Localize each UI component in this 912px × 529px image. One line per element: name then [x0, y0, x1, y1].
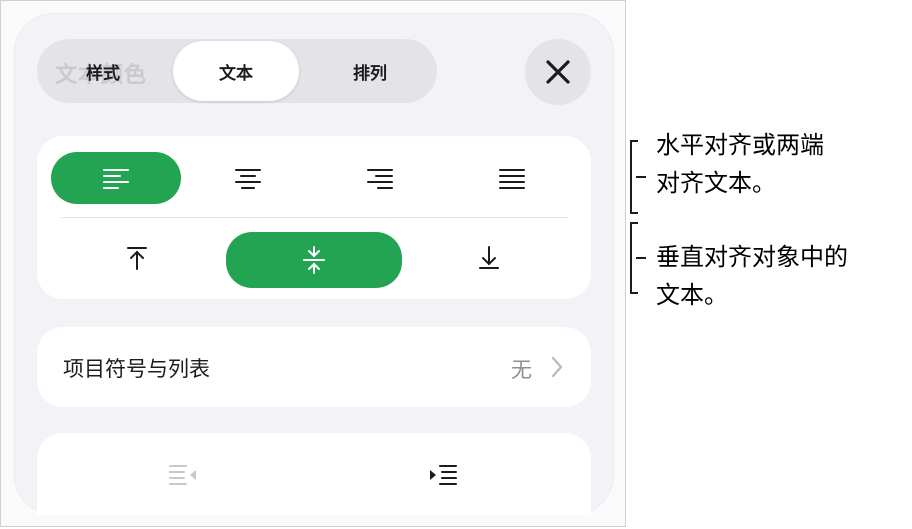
horizontal-alignment-callout: 水平对齐或两端 对齐文本。: [656, 126, 824, 202]
tab-text-label: 文本: [219, 63, 253, 84]
bullets-lists-label: 项目符号与列表: [63, 357, 210, 381]
tab-arrange[interactable]: 排列: [305, 41, 435, 101]
align-middle-button[interactable]: [226, 232, 402, 288]
align-center-icon: [235, 169, 261, 189]
horizontal-callout-line-2: 对齐文本。: [656, 169, 776, 197]
tab-style[interactable]: 样式: [39, 41, 167, 101]
close-icon: [546, 60, 570, 84]
align-right-icon: [367, 169, 393, 189]
tab-arrange-label: 排列: [353, 63, 387, 84]
align-top-button[interactable]: [61, 232, 213, 284]
align-top-icon: [127, 247, 147, 270]
format-tabs: 文本颜色 样式 文本 排列: [37, 39, 437, 103]
align-right-button[interactable]: [315, 152, 445, 204]
decrease-indent-button[interactable]: [153, 453, 213, 497]
increase-indent-button[interactable]: [413, 453, 473, 497]
vertical-callout-line-1: 垂直对齐对象中的: [656, 243, 848, 271]
screenshot-frame: 文本颜色 样式 文本 排列 项目符号与列表 无: [0, 0, 626, 527]
tab-style-label: 样式: [86, 63, 120, 84]
chevron-right-icon: [551, 356, 563, 378]
align-left-icon: [103, 169, 129, 189]
align-bottom-button[interactable]: [413, 232, 565, 284]
align-bottom-icon: [479, 246, 499, 269]
vertical-alignment-callout: 垂直对齐对象中的 文本。: [656, 238, 848, 314]
justify-icon: [499, 169, 525, 189]
close-button[interactable]: [525, 39, 591, 105]
justify-button[interactable]: [447, 152, 577, 204]
bullets-lists-value: 无: [511, 358, 532, 382]
tab-text[interactable]: 文本: [173, 41, 299, 101]
align-left-button[interactable]: [51, 152, 181, 204]
alignment-divider: [61, 217, 568, 218]
bullets-lists-row[interactable]: 项目符号与列表 无: [37, 327, 591, 407]
decrease-indent-icon: [169, 465, 196, 485]
vertical-callout-stem: [636, 257, 646, 259]
horizontal-callout-line-1: 水平对齐或两端: [656, 131, 824, 159]
align-middle-icon: [303, 246, 325, 274]
alignment-card: [37, 136, 591, 299]
vertical-callout-line-2: 文本。: [656, 281, 728, 309]
align-center-button[interactable]: [183, 152, 313, 204]
increase-indent-icon: [430, 465, 457, 485]
indent-card: [37, 433, 591, 515]
horizontal-callout-stem: [636, 176, 646, 178]
